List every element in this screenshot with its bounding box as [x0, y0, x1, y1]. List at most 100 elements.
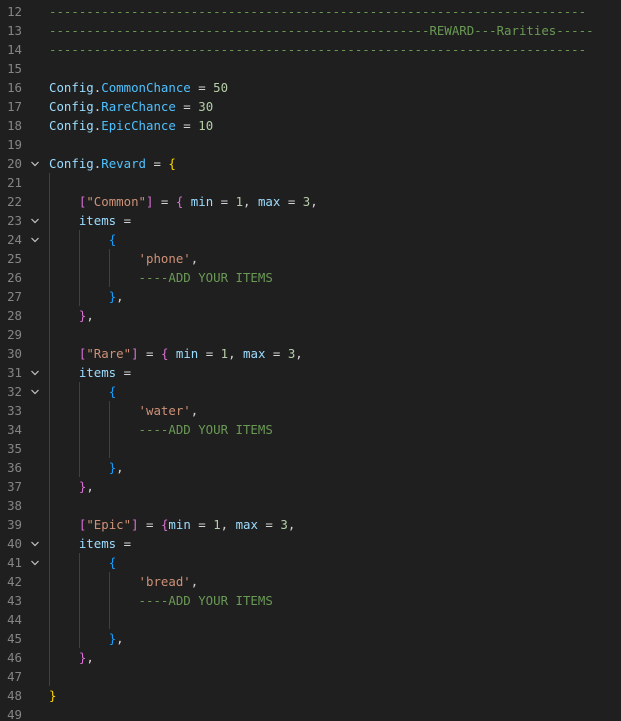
code-token: = — [138, 346, 161, 361]
code-line[interactable]: 46 }, — [0, 648, 621, 667]
code-line[interactable]: 14 --------------------------------------… — [0, 40, 621, 59]
chevron-down-icon[interactable] — [30, 235, 40, 245]
code-text[interactable]: 'water', — [49, 401, 199, 420]
code-token: ----------------------------------------… — [49, 23, 594, 38]
code-line[interactable]: 28 }, — [0, 306, 621, 325]
code-line[interactable]: 41 { — [0, 553, 621, 572]
code-text[interactable]: }, — [49, 287, 124, 306]
code-token: "Epic" — [86, 517, 132, 532]
line-number: 19 — [7, 137, 22, 152]
code-text[interactable]: { — [49, 553, 116, 572]
code-line[interactable]: 31 items = — [0, 363, 621, 382]
code-line[interactable]: 47 — [0, 667, 621, 686]
code-text[interactable]: 'phone', — [49, 249, 199, 268]
code-line[interactable]: 19 — [0, 135, 621, 154]
code-line[interactable]: 37 }, — [0, 477, 621, 496]
code-token: , — [190, 403, 199, 418]
code-text[interactable]: }, — [49, 477, 94, 496]
code-text[interactable]: items = — [49, 211, 131, 230]
code-text[interactable]: ----ADD YOUR ITEMS — [49, 591, 273, 610]
code-text[interactable]: } — [49, 686, 56, 705]
code-text[interactable]: ["Common"] = { min = 1, max = 3, — [49, 192, 318, 211]
code-text[interactable]: }, — [49, 458, 124, 477]
code-text[interactable]: { — [49, 382, 116, 401]
code-line[interactable]: 18 Config.EpicChance = 10 — [0, 116, 621, 135]
code-text[interactable]: ----------------------------------------… — [49, 40, 586, 59]
code-text[interactable]: }, — [49, 648, 94, 667]
line-number: 33 — [7, 403, 22, 418]
line-number: 25 — [7, 251, 22, 266]
code-line[interactable]: 12 --------------------------------------… — [0, 2, 621, 21]
code-line[interactable]: 20 Config.Revard = { — [0, 154, 621, 173]
code-token: = — [116, 536, 132, 551]
code-line[interactable]: 15 — [0, 59, 621, 78]
code-line[interactable]: 32 { — [0, 382, 621, 401]
code-token: , — [86, 308, 94, 323]
line-number: 13 — [7, 23, 22, 38]
code-line[interactable]: 17 Config.RareChance = 30 — [0, 97, 621, 116]
chevron-down-icon[interactable] — [30, 387, 40, 397]
code-text[interactable]: Config.Revard = { — [49, 154, 176, 173]
code-text[interactable]: ["Epic"] = {min = 1, max = 3, — [49, 515, 295, 534]
code-line[interactable]: 16 Config.CommonChance = 50 — [0, 78, 621, 97]
code-token: items — [78, 213, 117, 228]
code-line[interactable]: 49 — [0, 705, 621, 721]
code-line[interactable]: 34 ----ADD YOUR ITEMS — [0, 420, 621, 439]
code-text[interactable]: { — [49, 230, 116, 249]
code-token: 50 — [213, 80, 229, 95]
code-text[interactable]: Config.CommonChance = 50 — [49, 78, 228, 97]
code-text[interactable]: Config.RareChance = 30 — [49, 97, 213, 116]
code-token: "Common" — [86, 194, 146, 209]
code-text[interactable]: Config.EpicChance = 10 — [49, 116, 213, 135]
code-text[interactable]: }, — [49, 306, 94, 325]
code-line[interactable]: 22 ["Common"] = { min = 1, max = 3, — [0, 192, 621, 211]
code-text[interactable]: }, — [49, 629, 124, 648]
code-line[interactable]: 40 items = — [0, 534, 621, 553]
code-text[interactable]: items = — [49, 534, 131, 553]
code-line[interactable]: 36 }, — [0, 458, 621, 477]
code-line[interactable]: 45 }, — [0, 629, 621, 648]
chevron-down-icon[interactable] — [30, 159, 40, 169]
code-token: 'water' — [138, 403, 191, 418]
code-line[interactable]: 39 ["Epic"] = {min = 1, max = 3, — [0, 515, 621, 534]
code-editor[interactable]: 12 --------------------------------------… — [0, 0, 621, 721]
code-token: = — [175, 99, 199, 114]
code-line[interactable]: 25 'phone', — [0, 249, 621, 268]
code-token: items — [78, 536, 117, 551]
code-line[interactable]: 44 — [0, 610, 621, 629]
chevron-down-icon[interactable] — [30, 558, 40, 568]
code-token: Config — [49, 118, 94, 133]
code-line[interactable]: 21 — [0, 173, 621, 192]
code-text[interactable]: ----------------------------------------… — [49, 2, 586, 21]
chevron-down-icon[interactable] — [30, 539, 40, 549]
code-line[interactable]: 33 'water', — [0, 401, 621, 420]
code-line[interactable]: 24 { — [0, 230, 621, 249]
code-line[interactable]: 26 ----ADD YOUR ITEMS — [0, 268, 621, 287]
code-line[interactable]: 35 — [0, 439, 621, 458]
code-line[interactable]: 48} — [0, 686, 621, 705]
chevron-down-icon[interactable] — [30, 216, 40, 226]
code-line[interactable]: 23 items = — [0, 211, 621, 230]
code-line[interactable]: 42 'bread', — [0, 572, 621, 591]
code-line[interactable]: 43 ----ADD YOUR ITEMS — [0, 591, 621, 610]
code-text[interactable]: ----ADD YOUR ITEMS — [49, 420, 273, 439]
code-line[interactable]: 30 ["Rare"] = { min = 1, max = 3, — [0, 344, 621, 363]
chevron-down-icon[interactable] — [30, 368, 40, 378]
code-token: 1 — [220, 346, 229, 361]
line-number: 26 — [7, 270, 22, 285]
code-text[interactable]: ["Rare"] = { min = 1, max = 3, — [49, 344, 303, 363]
code-token: ] — [131, 346, 139, 361]
code-text[interactable]: ----ADD YOUR ITEMS — [49, 268, 273, 287]
code-token: , — [86, 650, 94, 665]
code-text[interactable]: 'bread', — [49, 572, 199, 591]
code-line[interactable]: 27 }, — [0, 287, 621, 306]
code-line[interactable]: 29 — [0, 325, 621, 344]
code-line[interactable]: 38 — [0, 496, 621, 515]
code-text[interactable]: ----------------------------------------… — [49, 21, 594, 40]
code-line[interactable]: 13 --------------------------------------… — [0, 21, 621, 40]
code-text[interactable]: items = — [49, 363, 131, 382]
